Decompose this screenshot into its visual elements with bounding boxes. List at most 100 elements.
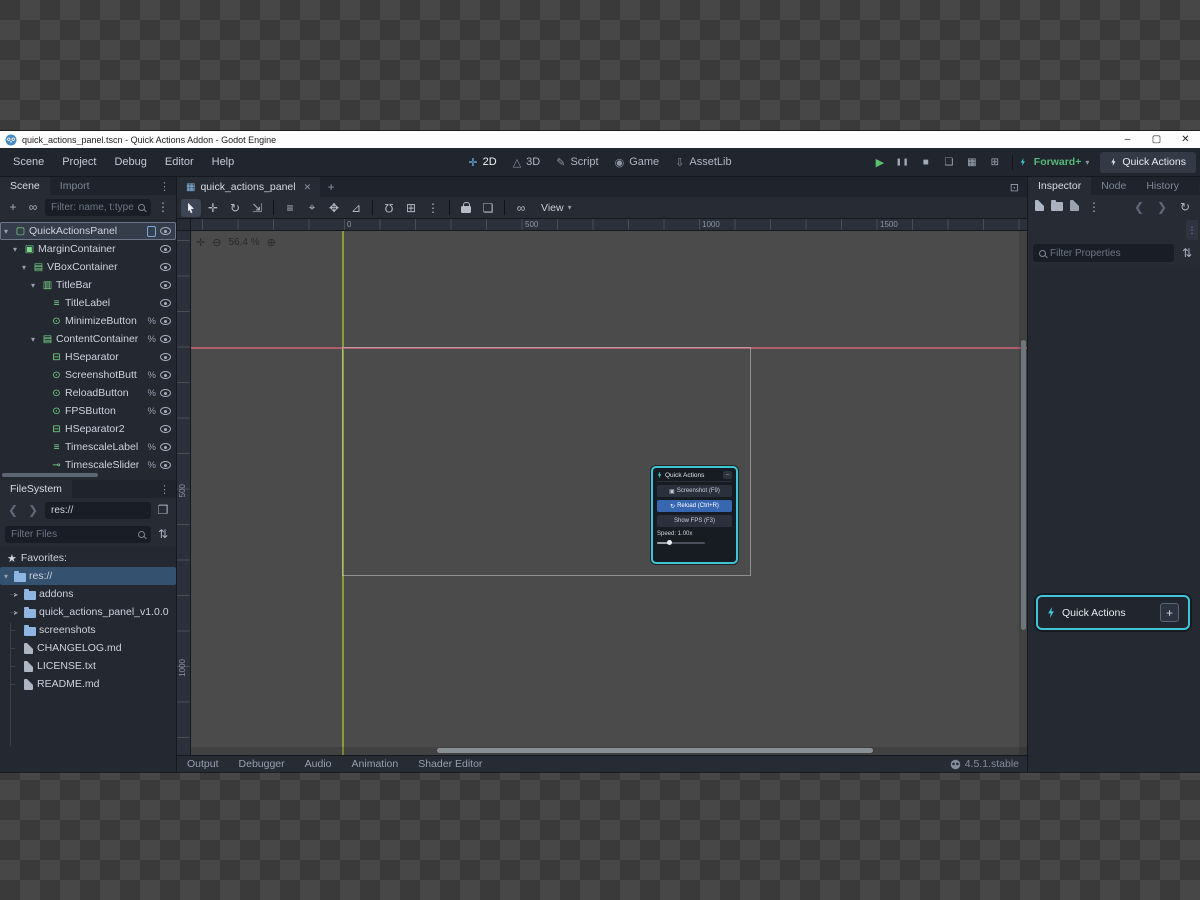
file-filter-input[interactable]: Filter Files <box>5 526 151 543</box>
pause-button[interactable]: ❚❚ <box>893 158 913 166</box>
visibility-eye-icon[interactable] <box>160 299 171 307</box>
lock-object-button[interactable] <box>456 199 476 217</box>
object-history-icon[interactable]: ↻ <box>1177 200 1193 214</box>
scene-tree-row[interactable]: ⊙ ScreenshotButt % <box>0 366 176 384</box>
chevron-down-icon[interactable]: ▾ <box>4 227 14 236</box>
scene-tree-row[interactable]: ▾ ▥ TitleBar <box>0 276 176 294</box>
dock-side-handle-icon[interactable]: ⋮ <box>1186 220 1198 240</box>
resource-options-icon[interactable]: ⋮ <box>1086 200 1102 214</box>
load-resource-button[interactable] <box>1051 198 1063 216</box>
scene-tree-row[interactable]: ▾ ▢ QuickActionsPanel <box>0 222 176 240</box>
quick-actions-toggle-icon[interactable] <box>1020 158 1026 166</box>
scene-tree-hscrollbar[interactable] <box>2 473 98 477</box>
chevron-right-icon[interactable]: ▸ <box>14 590 24 599</box>
property-filter-input[interactable]: Filter Properties <box>1033 244 1174 262</box>
scene-filter-input[interactable]: Filter: name, t:type, <box>45 199 151 216</box>
movie-mode-button[interactable]: ▦ <box>962 157 982 168</box>
tab-scene[interactable]: Scene <box>0 177 50 195</box>
screenshot-button[interactable]: ▣ Screenshot (F9) <box>657 485 732 497</box>
quick-actions-button[interactable]: Quick Actions <box>1100 152 1196 173</box>
float-dock-icon[interactable]: ❐ <box>155 503 171 517</box>
show-fps-button[interactable]: Show FPS (F3) <box>657 515 732 527</box>
tab-debugger[interactable]: Debugger <box>229 758 295 770</box>
workspace-tab-2d[interactable]: ✛2D <box>468 156 496 169</box>
timescale-slider[interactable] <box>657 540 705 545</box>
center-view-icon[interactable]: ✛ <box>196 236 205 249</box>
visibility-eye-icon[interactable] <box>160 245 171 253</box>
scene-tree-row[interactable]: ≡ TimescaleLabel % <box>0 438 176 456</box>
add-node-button[interactable]: + <box>5 200 21 214</box>
scene-tree-row[interactable]: ⊟ HSeparator <box>0 348 176 366</box>
instantiate-scene-icon[interactable]: ∞ <box>25 200 41 214</box>
filesystem-row[interactable]: README.md <box>0 675 176 693</box>
visibility-eye-icon[interactable] <box>160 425 171 433</box>
visibility-eye-icon[interactable] <box>160 461 171 469</box>
scene-tree-row[interactable]: ⊙ FPSButton % <box>0 402 176 420</box>
reload-button[interactable]: ↻ Reload (Ctrl+R) <box>657 500 732 512</box>
tab-history[interactable]: History <box>1136 177 1189 195</box>
visibility-eye-icon[interactable] <box>160 443 171 451</box>
filesystem-row[interactable]: ▸ quick_actions_panel_v1.0.0 <box>0 603 176 621</box>
close-tab-icon[interactable]: ✕ <box>304 182 312 193</box>
tab-shader-editor[interactable]: Shader Editor <box>408 758 492 770</box>
horizontal-scrollbar[interactable] <box>437 748 873 753</box>
scene-tree-row[interactable]: ▾ ▤ VBoxContainer <box>0 258 176 276</box>
zoom-in-button[interactable]: ⊕ <box>267 236 276 249</box>
window-close-button[interactable]: ✕ <box>1171 131 1200 148</box>
stop-button[interactable]: ■ <box>916 157 936 168</box>
sort-files-icon[interactable]: ⇅ <box>155 527 171 541</box>
select-tool-button[interactable] <box>181 199 201 217</box>
vertical-scrollbar[interactable] <box>1021 340 1026 630</box>
chevron-down-icon[interactable]: ▾ <box>22 263 32 272</box>
workspace-tab-game[interactable]: ◉Game <box>615 156 660 169</box>
nav-forward-icon[interactable]: ❯ <box>25 503 41 517</box>
nav-back-icon[interactable]: ❮ <box>5 503 21 517</box>
dock-menu-icon[interactable]: ⋮ <box>1189 177 1200 195</box>
chevron-down-icon[interactable]: ▾ <box>31 281 41 290</box>
preview-minimize-button[interactable]: – <box>723 471 732 479</box>
visibility-eye-icon[interactable] <box>160 317 171 325</box>
run-instances-button[interactable]: ⊞ <box>985 157 1005 168</box>
ruler-tool-button[interactable]: ⊿ <box>346 199 366 217</box>
chevron-down-icon[interactable]: ▾ <box>13 245 23 254</box>
snap-options-icon[interactable]: ⋮ <box>423 199 443 217</box>
filesystem-row[interactable]: CHANGELOG.md <box>0 639 176 657</box>
quick-actions-dock-panel[interactable]: Quick Actions + <box>1036 595 1190 630</box>
scene-tree-row[interactable]: ▾ ▤ ContentContainer % <box>0 330 176 348</box>
tab-node[interactable]: Node <box>1091 177 1136 195</box>
new-resource-button[interactable] <box>1035 198 1044 216</box>
pan-tool-button[interactable]: ✥ <box>324 199 344 217</box>
window-maximize-button[interactable]: ▢ <box>1142 131 1171 148</box>
grid-snap-button[interactable]: ⊞ <box>401 199 421 217</box>
visibility-eye-icon[interactable] <box>160 407 171 415</box>
visibility-eye-icon[interactable] <box>160 263 171 271</box>
visibility-eye-icon[interactable] <box>160 335 171 343</box>
tab-inspector[interactable]: Inspector <box>1028 177 1091 195</box>
dock-menu-icon[interactable]: ⋮ <box>153 177 176 195</box>
zoom-out-button[interactable]: ⊖ <box>212 236 221 249</box>
scene-tree-row[interactable]: ⊙ ReloadButton % <box>0 384 176 402</box>
expand-properties-icon[interactable]: ⇅ <box>1179 246 1195 260</box>
scene-tree-row[interactable]: ⊸ TimescaleSlider % <box>0 456 176 474</box>
tab-output[interactable]: Output <box>177 758 229 770</box>
visibility-eye-icon[interactable] <box>160 281 171 289</box>
history-forward-icon[interactable]: ❯ <box>1154 200 1170 214</box>
scene-tab[interactable]: ▦ quick_actions_panel ✕ <box>177 177 320 197</box>
add-action-button[interactable]: + <box>1160 603 1179 622</box>
visibility-eye-icon[interactable] <box>160 353 171 361</box>
path-input[interactable]: res:// <box>45 502 151 519</box>
scene-tree-row[interactable]: ⊙ MinimizeButton % <box>0 312 176 330</box>
renderer-dropdown[interactable]: Forward+ ▾ <box>1029 156 1095 168</box>
save-resource-button[interactable] <box>1070 198 1079 216</box>
menu-scene[interactable]: Scene <box>4 148 53 176</box>
play-button[interactable]: ▶ <box>870 156 890 169</box>
move-tool-button[interactable]: ✛ <box>203 199 223 217</box>
favorites-row[interactable]: ★ Favorites: <box>0 549 176 567</box>
tab-import[interactable]: Import <box>50 177 100 195</box>
skeleton-options-button[interactable]: ∞ <box>511 199 531 217</box>
slider-knob[interactable] <box>667 540 672 545</box>
scene-tree-options-icon[interactable]: ⋮ <box>155 200 171 214</box>
2d-canvas[interactable]: ✛ ⊖ 56.4 % ⊕ Quick Actions – ▣ <box>191 231 1027 755</box>
menu-help[interactable]: Help <box>203 148 244 176</box>
tab-animation[interactable]: Animation <box>342 758 409 770</box>
